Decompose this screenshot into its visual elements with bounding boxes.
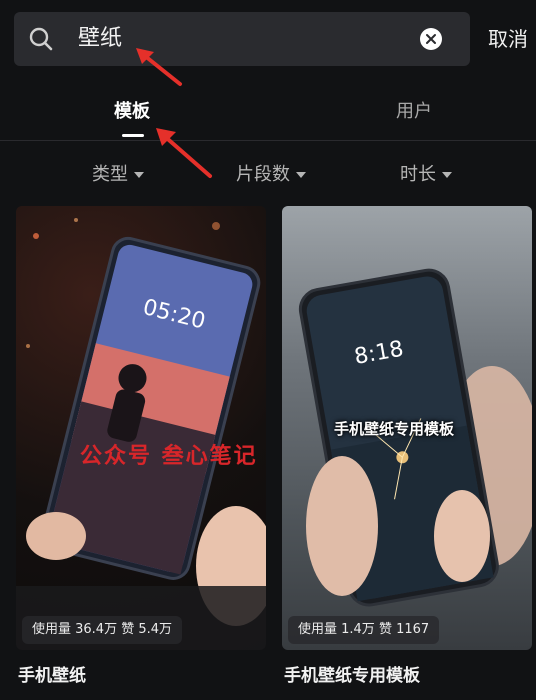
cancel-button[interactable]: 取消 xyxy=(488,24,528,54)
caret-down-icon xyxy=(442,172,452,178)
active-tab-indicator xyxy=(122,134,144,137)
caret-down-icon xyxy=(134,172,144,178)
search-query-text: 壁纸 xyxy=(78,26,123,51)
caret-down-icon xyxy=(296,172,306,178)
search-icon xyxy=(29,27,53,51)
results-tabs: 模板 用户 xyxy=(0,96,536,140)
watermark-text: 公众号 叁心笔记 xyxy=(80,444,258,469)
filter-clip-count-dropdown[interactable]: 片段数 xyxy=(236,162,306,188)
annotation-arrow xyxy=(136,48,182,86)
card-stats-badge: 使用量 1.4万 赞 1167 xyxy=(288,616,440,644)
clear-search-button[interactable] xyxy=(420,28,442,50)
tabs-divider xyxy=(0,140,536,141)
search-row: 壁纸 取消 xyxy=(0,0,536,80)
filter-duration-dropdown[interactable]: 时长 xyxy=(400,162,452,188)
annotation-arrow xyxy=(156,128,212,178)
card-overlay-caption: 手机壁纸专用模板 xyxy=(334,420,455,438)
search-results-screen: 壁纸 取消 模板 用户 类型 片段数 时长 05:20 公众号 叁心笔记 使用量… xyxy=(0,0,536,700)
card-stats-badge: 使用量 36.4万 赞 5.4万 xyxy=(22,616,183,644)
tab-users[interactable]: 用户 xyxy=(396,96,432,128)
close-icon xyxy=(426,34,436,44)
filter-clip-count-label: 片段数 xyxy=(236,164,290,185)
template-card-phone-wallpaper-template[interactable]: 8:18 手机壁纸专用模板 使用量 1.4万 赞 1167 xyxy=(282,206,532,650)
card-title[interactable]: 手机壁纸专用模板 xyxy=(284,664,420,688)
card-thumbnail: 05:20 xyxy=(16,218,266,650)
filter-type-label: 类型 xyxy=(92,164,128,185)
template-card-phone-wallpaper[interactable]: 05:20 公众号 叁心笔记 使用量 36.4万 赞 5.4万 xyxy=(16,206,266,650)
search-input[interactable]: 壁纸 xyxy=(14,12,470,66)
filter-duration-label: 时长 xyxy=(400,164,436,185)
card-title[interactable]: 手机壁纸 xyxy=(18,664,86,688)
filter-type-dropdown[interactable]: 类型 xyxy=(92,162,144,188)
filter-bar: 类型 片段数 时长 xyxy=(0,156,536,196)
tab-templates[interactable]: 模板 xyxy=(114,96,150,128)
